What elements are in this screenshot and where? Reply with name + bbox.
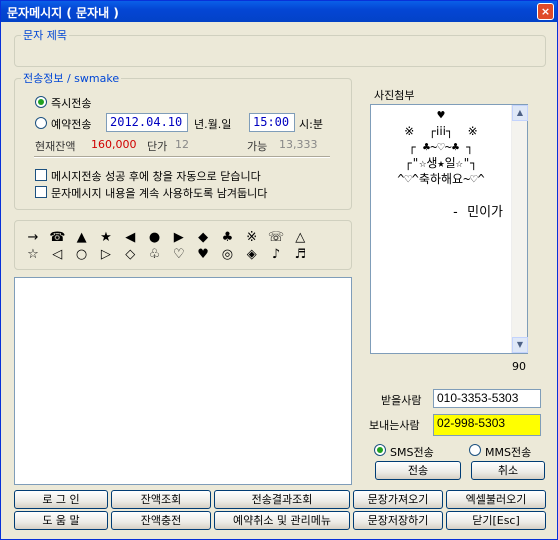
keep-text-label: 문자메시지 내용을 계속 사용하도록 남겨둡니다 (51, 187, 268, 200)
sms-label: SMS전송 (390, 446, 434, 459)
balance-check-button[interactable]: 잔액조회 (111, 490, 211, 509)
reserve-send-radio[interactable] (35, 117, 47, 129)
window-title: 문자메시지 ( 문자내 ) (7, 6, 119, 20)
scroll-up-icon[interactable]: ▲ (512, 105, 528, 121)
divider (34, 156, 330, 158)
art-line: ^♡^축하해요~♡^ (397, 172, 485, 186)
art-line: ♥ (437, 108, 445, 122)
photo-label: 사진첨부 (374, 89, 415, 102)
reserve-send-label: 예약전송 (51, 118, 92, 131)
art-line: - 민이가 (451, 205, 503, 220)
photo-scrollbar[interactable]: ▲ ▼ (511, 105, 528, 353)
art-line: ┌ ♣~♡~♣ ┐ (408, 140, 474, 154)
symbol-button[interactable]: ☆ (23, 247, 43, 263)
photo-memo[interactable]: ♥ ※ ┌ⅰⅰⅰ┐ ※ ┌ ♣~♡~♣ ┐ ┌"☆생★일☆"┐ ^♡^축하해요~♡^ -… (370, 104, 528, 354)
message-window: 문자메시지 ( 문자내 ) × 문자 제목 전송정보 / swmake 즉시전송… (0, 0, 558, 540)
symbol-button[interactable]: ※ (242, 230, 262, 246)
symbol-button[interactable]: ★ (96, 230, 116, 246)
message-textarea[interactable] (14, 277, 352, 485)
scroll-down-icon[interactable]: ▼ (512, 337, 528, 353)
symbol-button[interactable]: △ (290, 230, 310, 246)
symbol-button[interactable]: ◈ (242, 247, 262, 263)
sender-label: 보내는사람 (369, 419, 420, 432)
subject-legend: 문자 제목 (23, 29, 67, 42)
mms-label: MMS전송 (485, 446, 532, 459)
symbol-button[interactable]: ♬ (290, 247, 310, 263)
symbol-button[interactable]: ♥ (193, 247, 213, 263)
send-button[interactable]: 전송 (375, 461, 461, 480)
auto-close-label: 메시지전송 성공 후에 창을 자동으로 닫습니다 (51, 170, 261, 183)
save-text-button[interactable]: 문장저장하기 (353, 511, 443, 530)
symbol-button[interactable]: ♪ (266, 247, 286, 263)
symbol-button[interactable]: ♣ (217, 230, 237, 246)
symbol-button[interactable]: ♧ (145, 247, 165, 263)
art-line: ※ ┌ⅰⅰⅰ┐ ※ (404, 124, 478, 138)
close-button[interactable]: 닫기[Esc] (446, 511, 546, 530)
symbol-button[interactable]: ♡ (169, 247, 189, 263)
symbol-button[interactable]: ◆ (193, 230, 213, 246)
title-bar: 문자메시지 ( 문자내 ) × (1, 1, 557, 22)
reserve-time-input[interactable]: 15:00 (249, 113, 295, 132)
auto-close-checkbox[interactable] (35, 169, 47, 181)
result-check-button[interactable]: 전송결과조회 (214, 490, 350, 509)
byte-count: 90 (512, 360, 526, 373)
reserve-manage-button[interactable]: 예약취소 및 관리메뉴 (214, 511, 350, 530)
date-unit-label: 년.월.일 (194, 118, 232, 131)
sender-input[interactable]: 02-998-5303 (433, 414, 541, 436)
symbol-button[interactable]: ○ (72, 247, 92, 263)
symbol-button[interactable]: ☏ (266, 230, 286, 246)
unit-price-label: 단가 (147, 140, 168, 153)
possible-value: 13,333 (279, 138, 318, 151)
symbol-button[interactable]: ◁ (47, 247, 67, 263)
keep-text-checkbox[interactable] (35, 186, 47, 198)
possible-label: 가능 (247, 140, 268, 153)
photo-art-text: ♥ ※ ┌ⅰⅰⅰ┐ ※ ┌ ♣~♡~♣ ┐ ┌"☆생★일☆"┐ ^♡^축하해요~♡^ -… (371, 105, 511, 221)
sms-radio[interactable] (374, 444, 386, 456)
symbol-button[interactable]: ▷ (96, 247, 116, 263)
time-unit-label: 시:분 (299, 118, 323, 131)
balance-label: 현재잔액 (35, 140, 76, 153)
symbol-button[interactable]: ◎ (217, 247, 237, 263)
recipient-label: 받을사람 (381, 394, 422, 407)
load-excel-button[interactable]: 엑셀불러오기 (446, 490, 546, 509)
art-line (371, 187, 511, 203)
immediate-send-radio[interactable] (35, 96, 47, 108)
recharge-button[interactable]: 잔액충전 (111, 511, 211, 530)
art-line: ┌"☆생★일☆"┐ (404, 156, 478, 170)
close-icon[interactable]: × (537, 3, 554, 20)
send-info-legend: 전송정보 / swmake (23, 72, 120, 85)
immediate-send-label: 즉시전송 (51, 97, 92, 110)
symbol-button[interactable]: ☎ (47, 230, 67, 246)
recipient-input[interactable]: 010-3353-5303 (433, 389, 541, 408)
reserve-date-input[interactable]: 2012.04.10 (106, 113, 188, 132)
symbol-button[interactable]: ▶ (169, 230, 189, 246)
symbol-button[interactable]: ◀ (120, 230, 140, 246)
mms-radio[interactable] (469, 444, 481, 456)
subject-input[interactable] (21, 43, 539, 61)
login-button[interactable]: 로 그 인 (14, 490, 108, 509)
symbol-button[interactable]: ● (145, 230, 165, 246)
symbol-button[interactable]: ◇ (120, 247, 140, 263)
symbol-button[interactable]: → (23, 230, 43, 246)
help-button[interactable]: 도 움 말 (14, 511, 108, 530)
load-text-button[interactable]: 문장가져오기 (353, 490, 443, 509)
balance-value: 160,000 (91, 138, 137, 151)
unit-price-value: 12 (175, 138, 189, 151)
cancel-button[interactable]: 취소 (471, 461, 545, 480)
symbol-button[interactable]: ▲ (72, 230, 92, 246)
